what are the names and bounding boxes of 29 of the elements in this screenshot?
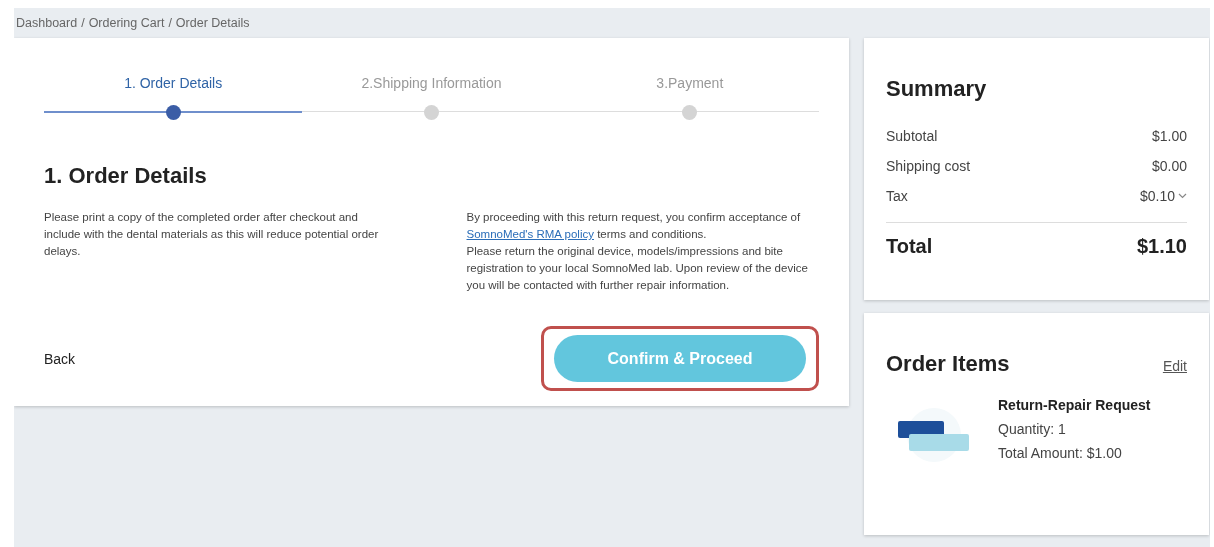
summary-label: Tax — [886, 188, 908, 206]
breadcrumb-link[interactable]: Ordering Cart — [88, 16, 165, 38]
breadcrumb-link[interactable]: Order Details — [175, 16, 250, 38]
section-heading: 1. Order Details — [44, 163, 208, 189]
breadcrumb-separator: / — [168, 16, 172, 32]
order-items-title: Order Items — [886, 351, 1010, 377]
step-label: 3.Payment — [656, 75, 724, 91]
item-quantity: Quantity: 1 — [998, 421, 1067, 437]
back-button[interactable]: Back — [44, 350, 76, 367]
policy-acceptance-text: By proceeding with this return request, you confirm acceptance of SomnoMed's RMA policy terms and conditions. — [466, 210, 802, 242]
summary-value: $0.00 — [1151, 158, 1187, 176]
caret-icon[interactable] — [1178, 191, 1187, 200]
rma-policy-link[interactable]: SomnoMed's RMA policy — [466, 228, 594, 240]
summary-label: Subtotal — [886, 128, 938, 146]
breadcrumb-separator: / — [81, 16, 85, 32]
step-label: 1. Order Details — [124, 75, 223, 91]
edit-link[interactable]: Edit — [1162, 358, 1187, 374]
summary-title: Summary — [886, 76, 988, 102]
total-value: $1.10 — [1136, 235, 1187, 258]
item-name: Return-Repair Request — [998, 397, 1151, 413]
print-instructions: Please print a copy of the completed order after checkout and include with the dental materials as this will reduce potential order delays. — [44, 210, 380, 259]
return-instructions: Please return the original device, models/impressions and bite registration to your local SomnoMed lab. Upon review of the device you will be contacted with further repair information. — [466, 244, 809, 293]
item-total-amount: Total Amount: $1.00 — [998, 445, 1123, 461]
step-label: 2.Shipping Information — [361, 75, 502, 91]
summary-label: Shipping cost — [886, 158, 971, 176]
breadcrumb-link[interactable]: Dashboard — [16, 16, 78, 38]
summary-value: $1.00 — [1151, 128, 1187, 146]
total-label: Total — [886, 235, 933, 258]
summary-value: $0.10 — [1139, 188, 1175, 206]
